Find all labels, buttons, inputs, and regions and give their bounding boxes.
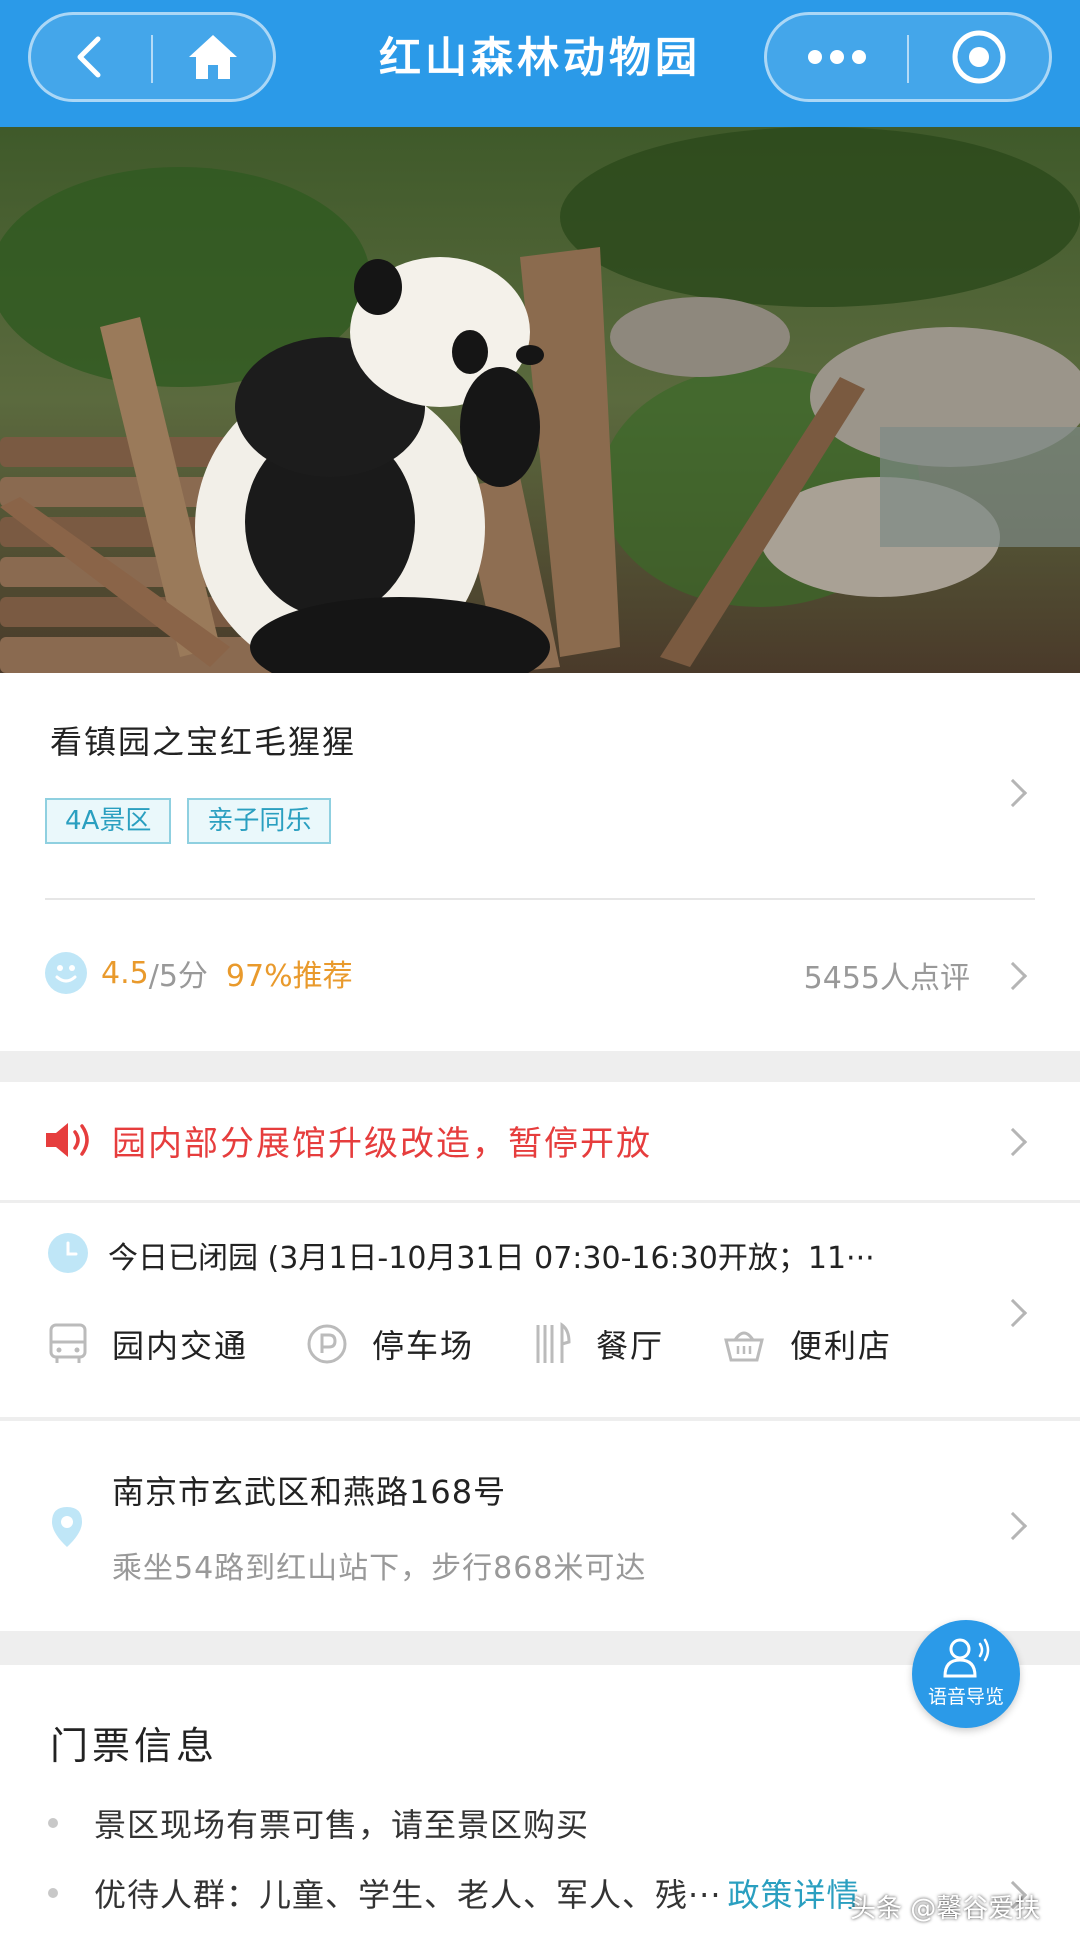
- panda-photo: [0, 127, 1080, 673]
- ticket-item-text: 优待人群：儿童、学生、老人、军人、残···: [94, 1876, 722, 1914]
- facility-restaurant[interactable]: 餐厅: [532, 1321, 664, 1367]
- bullet-dot: [48, 1818, 58, 1828]
- watermark: 头条 @馨谷爱扶: [850, 1894, 1041, 1924]
- page-title: 红山森林动物园: [378, 33, 701, 82]
- home-icon: [189, 35, 237, 79]
- facility-list: 园内交通 停车场 餐厅 便利店: [48, 1321, 950, 1367]
- fork-knife-icon: [536, 1322, 571, 1363]
- address-section[interactable]: 南京市玄武区和燕路168号 乘坐54路到红山站下，步行868米可达: [0, 1421, 1080, 1631]
- chevron-right-icon: [998, 1127, 1028, 1157]
- parking-icon: [307, 1324, 347, 1364]
- facility-store[interactable]: 便利店: [722, 1321, 892, 1367]
- nav-capsule-right[interactable]: [764, 12, 1052, 102]
- facility-label: 餐厅: [596, 1327, 665, 1365]
- facility-label: 便利店: [790, 1327, 893, 1365]
- close-miniprogram-button[interactable]: [909, 15, 1049, 99]
- more-button[interactable]: [767, 15, 907, 99]
- facility-label: 停车场: [372, 1327, 475, 1365]
- chevron-right-icon: [998, 778, 1028, 808]
- clock-icon: [48, 1233, 88, 1273]
- opening-hours: 今日已闭园 (3月1日-10月31日 07:30-16:30开放；11···: [108, 1241, 875, 1276]
- ticket-item[interactable]: 优待人群：儿童、学生、老人、军人、残··· 政策详情: [48, 1870, 860, 1916]
- voice-person-icon: [943, 1638, 990, 1678]
- ticket-item: 景区现场有票可售，请至景区购买: [48, 1800, 589, 1846]
- shopping-basket-icon: [724, 1331, 764, 1362]
- bus-icon: [49, 1323, 87, 1363]
- notice-bar[interactable]: 园内部分展馆升级改造，暂停开放: [0, 1082, 1080, 1200]
- home-button[interactable]: [153, 15, 273, 99]
- tag-4a: 4A景区: [45, 798, 172, 844]
- rating-max: /5分: [148, 959, 208, 994]
- location-pin-icon: [52, 1507, 82, 1547]
- review-count[interactable]: 5455人点评: [804, 953, 970, 997]
- chevron-left-icon: [77, 36, 101, 78]
- chevron-right-icon: [998, 961, 1028, 991]
- ticket-section-title: 门票信息: [50, 1724, 219, 1768]
- divider: [45, 898, 1035, 900]
- smile-icon: [45, 952, 87, 994]
- transit-directions: 乘坐54路到红山站下，步行868米可达: [112, 1551, 647, 1586]
- hours-facilities[interactable]: 今日已闭园 (3月1日-10月31日 07:30-16:30开放；11··· 园…: [0, 1203, 1080, 1417]
- policy-details-link[interactable]: 政策详情: [728, 1870, 860, 1916]
- attraction-name: 看镇园之宝红毛猩猩: [50, 723, 357, 761]
- nav-capsule-left: [28, 12, 276, 102]
- tag-list: 4A景区 亲子同乐: [45, 798, 332, 844]
- back-button[interactable]: [31, 15, 149, 99]
- more-dots-icon: [808, 50, 866, 64]
- rating-score: 4.5: [101, 955, 149, 991]
- rating-row[interactable]: 4.5 /5分 97%推荐: [45, 943, 353, 1003]
- notice-text: 园内部分展馆升级改造，暂停开放: [112, 1124, 652, 1164]
- chevron-right-icon: [998, 1511, 1028, 1541]
- tag-family: 亲子同乐: [187, 798, 332, 844]
- section-gap: [0, 1051, 1080, 1082]
- ticket-item-text: 景区现场有票可售，请至景区购买: [94, 1806, 590, 1844]
- speaker-icon: [46, 1123, 89, 1157]
- address-text: 南京市玄武区和燕路168号: [112, 1473, 507, 1511]
- voice-guide-label: 语音导览: [927, 1686, 1004, 1708]
- hero-image[interactable]: [0, 127, 1080, 673]
- bullet-dot: [48, 1888, 58, 1898]
- recommend-rate: 97%推荐: [225, 959, 353, 994]
- attraction-summary[interactable]: 看镇园之宝红毛猩猩 4A景区 亲子同乐 4.5 /5分 97%推荐 5455人点…: [0, 673, 1080, 1051]
- target-circle-icon: [952, 30, 1006, 84]
- facility-label: 园内交通: [112, 1327, 249, 1365]
- facility-transport[interactable]: 园内交通: [48, 1321, 248, 1367]
- chevron-right-icon: [998, 1298, 1028, 1328]
- top-nav-bar: 红山森林动物园: [0, 0, 1080, 127]
- facility-parking[interactable]: 停车场: [306, 1321, 474, 1367]
- voice-guide-button[interactable]: 语音导览: [912, 1620, 1020, 1728]
